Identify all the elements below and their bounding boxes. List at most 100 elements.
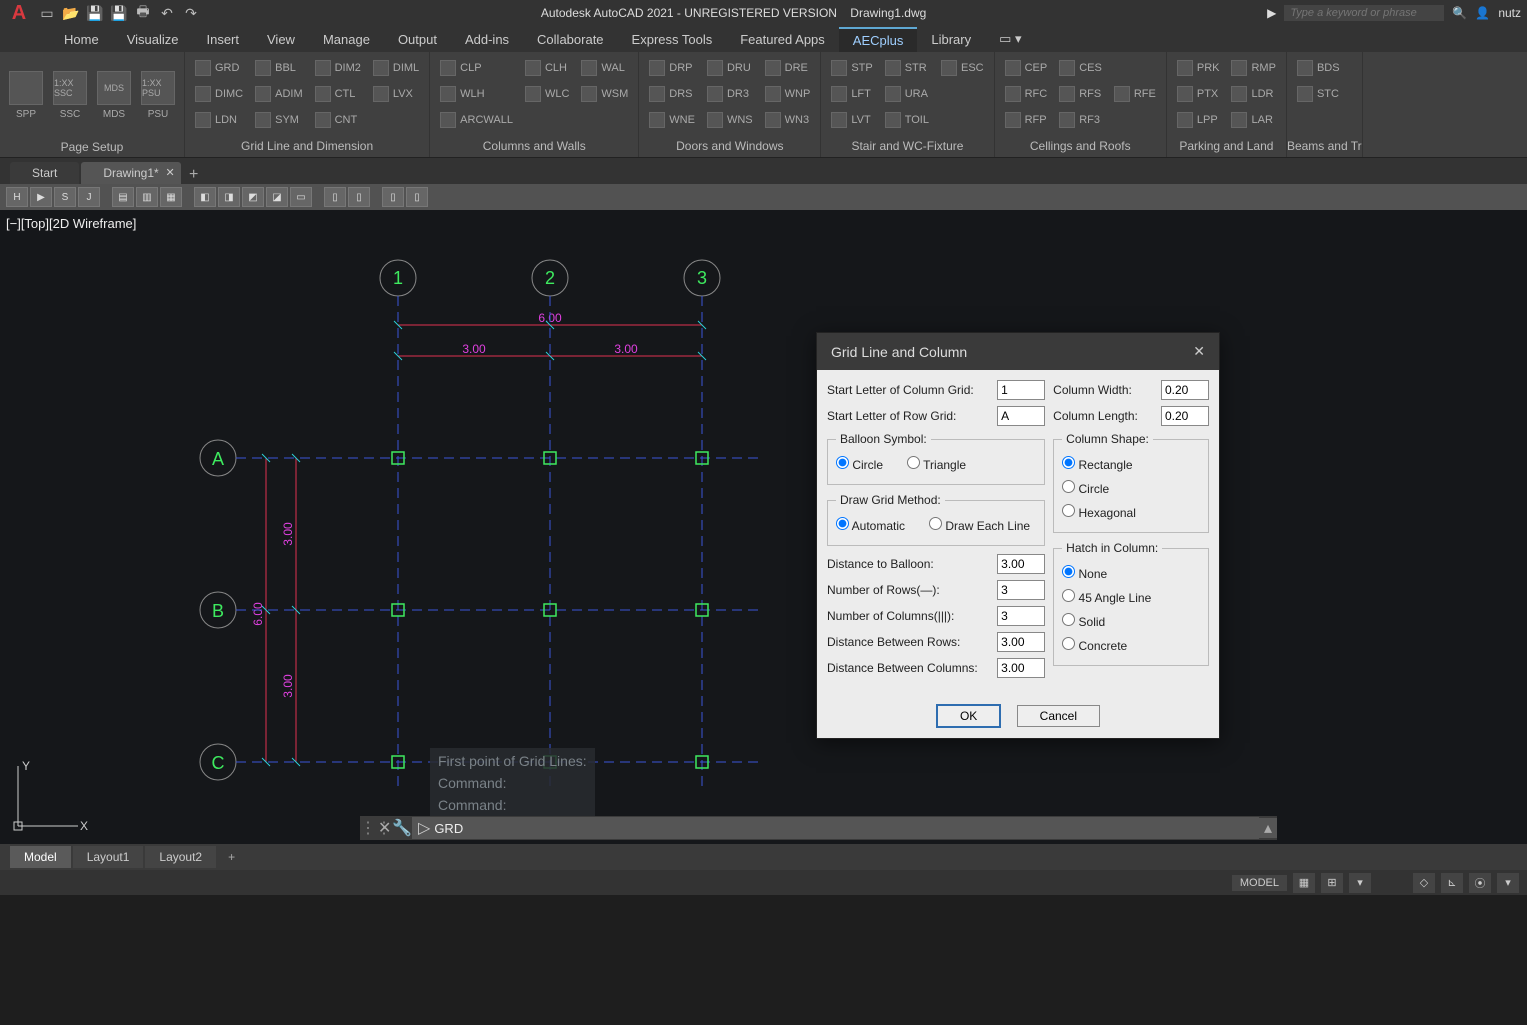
ribbon-rfp[interactable]: RFP: [1001, 108, 1052, 132]
ribbon-dr3[interactable]: DR3: [703, 82, 757, 106]
ribbon-wlc[interactable]: WLC: [521, 82, 573, 106]
save-icon[interactable]: 💾: [86, 4, 104, 22]
command-input[interactable]: GRD: [434, 821, 463, 836]
ribbon-wlh[interactable]: WLH: [436, 82, 517, 106]
input-dist-rows[interactable]: [997, 632, 1045, 652]
saveas-icon[interactable]: 💾: [110, 4, 128, 22]
ribbon-lvx[interactable]: LVX: [369, 82, 423, 106]
status-iso-icon[interactable]: ◇: [1413, 873, 1435, 893]
cmdline-handle-icon[interactable]: ⋮⋮: [360, 818, 378, 838]
status-grid-icon[interactable]: ▦: [1293, 873, 1315, 893]
menu-library[interactable]: Library: [917, 28, 985, 51]
tool-g[interactable]: ◪: [266, 187, 288, 207]
tool-a[interactable]: ▤: [112, 187, 134, 207]
ribbon-lvt[interactable]: LVT: [827, 108, 876, 132]
ribbon-ura[interactable]: URA: [881, 82, 933, 106]
status-polar-icon[interactable]: ⦿: [1469, 873, 1491, 893]
ribbon-bds[interactable]: BDS: [1293, 56, 1344, 80]
ribbon-wn3[interactable]: WN3: [761, 108, 815, 132]
menu-collaborate[interactable]: Collaborate: [523, 28, 618, 51]
cmdline-close-icon[interactable]: ✕: [378, 818, 392, 838]
status-model[interactable]: MODEL: [1232, 875, 1287, 891]
dialog-close-icon[interactable]: ✕: [1193, 343, 1205, 360]
tool-i[interactable]: ▭: [290, 187, 312, 207]
ribbon-str[interactable]: STR: [881, 56, 933, 80]
redo-icon[interactable]: ↷: [182, 4, 200, 22]
menu-manage[interactable]: Manage: [309, 28, 384, 51]
ribbon-spp[interactable]: SPP: [6, 56, 46, 134]
radio-balloon-triangle[interactable]: Triangle: [907, 456, 966, 472]
ribbon-dim2[interactable]: DIM2: [311, 56, 365, 80]
ribbon-wns[interactable]: WNS: [703, 108, 757, 132]
tool-f[interactable]: ◩: [242, 187, 264, 207]
ribbon-rfe[interactable]: RFE: [1110, 82, 1160, 106]
ribbon-grd[interactable]: GRD: [191, 56, 247, 80]
input-col-width[interactable]: [1161, 380, 1209, 400]
radio-hatch-45[interactable]: 45 Angle Line: [1062, 585, 1200, 609]
drawing-area[interactable]: [−][Top][2D Wireframe] 1 2 3 A B C 6.00 …: [0, 210, 1527, 844]
layout-tab-model[interactable]: Model: [10, 846, 71, 868]
ribbon-clp[interactable]: CLP: [436, 56, 517, 80]
ribbon-rfs[interactable]: RFS: [1055, 82, 1106, 106]
plot-icon[interactable]: 🖶: [134, 4, 152, 22]
tool-m[interactable]: ▯: [382, 187, 404, 207]
ribbon-ldr[interactable]: LDR: [1227, 82, 1279, 106]
ribbon-stc[interactable]: STC: [1293, 82, 1344, 106]
status-snap-icon[interactable]: ⊞: [1321, 873, 1343, 893]
ribbon-wsm[interactable]: WSM: [577, 82, 632, 106]
ribbon-bbl[interactable]: BBL: [251, 56, 307, 80]
cmdline-expand-icon[interactable]: ▴: [1259, 818, 1277, 838]
tool-e[interactable]: ◨: [218, 187, 240, 207]
tool-c[interactable]: ▦: [160, 187, 182, 207]
ribbon-dru[interactable]: DRU: [703, 56, 757, 80]
tool-play[interactable]: ▶: [30, 187, 52, 207]
status-dd-icon[interactable]: ▾: [1349, 873, 1371, 893]
search-icon[interactable]: 🔍: [1452, 6, 1467, 20]
ribbon-cep[interactable]: CEP: [1001, 56, 1052, 80]
ribbon-toil[interactable]: TOIL: [881, 108, 933, 132]
menu-express-tools[interactable]: Express Tools: [618, 28, 727, 51]
radio-hatch-concrete[interactable]: Concrete: [1062, 633, 1200, 657]
radio-hatch-solid[interactable]: Solid: [1062, 609, 1200, 633]
ribbon-rf3[interactable]: RF3: [1055, 108, 1106, 132]
ribbon-wnp[interactable]: WNP: [761, 82, 815, 106]
cancel-button[interactable]: Cancel: [1017, 705, 1100, 727]
menu-workspace-icon[interactable]: ▭ ▾: [985, 27, 1035, 51]
ribbon-sym[interactable]: SYM: [251, 108, 307, 132]
status-misc-icon[interactable]: ▾: [1497, 873, 1519, 893]
ribbon-stp[interactable]: STP: [827, 56, 876, 80]
radio-shape-rect[interactable]: Rectangle: [1062, 452, 1200, 476]
radio-shape-circle[interactable]: Circle: [1062, 476, 1200, 500]
search-input[interactable]: [1284, 5, 1444, 21]
filetab-start[interactable]: Start: [10, 162, 79, 184]
ribbon-prk[interactable]: PRK: [1173, 56, 1224, 80]
ribbon-ldn[interactable]: LDN: [191, 108, 247, 132]
cmdline-settings-icon[interactable]: 🔧: [392, 818, 412, 838]
ribbon-ces[interactable]: CES: [1055, 56, 1106, 80]
menu-aecplus[interactable]: AECplus: [839, 27, 918, 52]
tool-h[interactable]: H: [6, 187, 28, 207]
ribbon-ssc[interactable]: 1:XX SSCSSC: [50, 56, 90, 134]
ribbon-esc[interactable]: ESC: [937, 56, 988, 80]
status-ortho-icon[interactable]: ⊾: [1441, 873, 1463, 893]
input-dist-balloon[interactable]: [997, 554, 1045, 574]
new-icon[interactable]: ▭: [38, 4, 56, 22]
tool-b[interactable]: ▥: [136, 187, 158, 207]
ribbon-rmp[interactable]: RMP: [1227, 56, 1279, 80]
command-line[interactable]: ⋮⋮ ✕ 🔧 ▷ GRD ▴: [360, 816, 1277, 840]
help-arrow-icon[interactable]: ▶: [1267, 6, 1276, 20]
ribbon-wal[interactable]: WAL: [577, 56, 632, 80]
tool-l[interactable]: ▯: [348, 187, 370, 207]
tool-s[interactable]: S: [54, 187, 76, 207]
input-start-col[interactable]: [997, 380, 1045, 400]
ribbon-rfc[interactable]: RFC: [1001, 82, 1052, 106]
undo-icon[interactable]: ↶: [158, 4, 176, 22]
ribbon-lar[interactable]: LAR: [1227, 108, 1279, 132]
radio-method-each[interactable]: Draw Each Line: [929, 517, 1030, 533]
menu-output[interactable]: Output: [384, 28, 451, 51]
filetab-close-icon[interactable]: ✕: [165, 166, 174, 179]
ribbon-clh[interactable]: CLH: [521, 56, 573, 80]
ribbon-adim[interactable]: ADIM: [251, 82, 307, 106]
menu-visualize[interactable]: Visualize: [113, 28, 193, 51]
layout-add[interactable]: +: [218, 846, 245, 868]
